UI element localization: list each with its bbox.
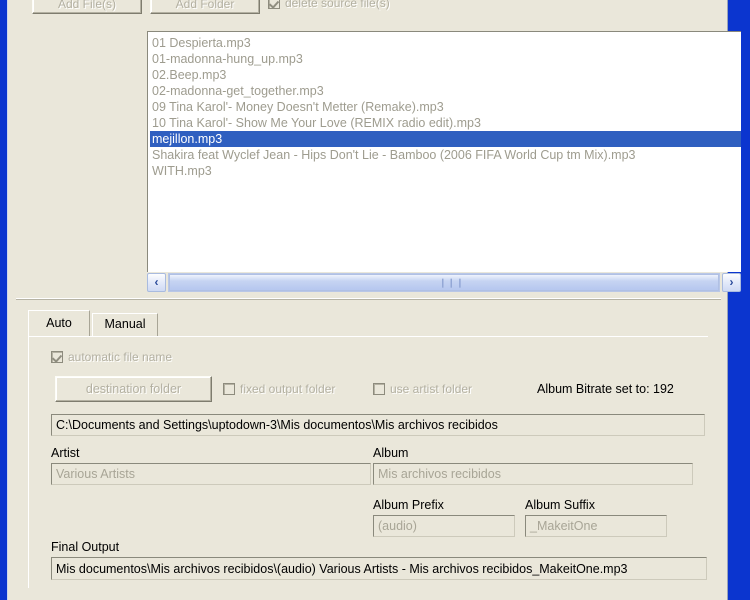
fixed-output-folder-label: fixed output folder (240, 382, 336, 396)
delete-source-files-checkbox[interactable]: delete source file(s) (268, 0, 390, 10)
scroll-right-arrow-icon[interactable]: › (722, 273, 741, 292)
add-folder-button[interactable]: Add Folder (150, 0, 260, 14)
tab-strip: Auto Manual (28, 310, 708, 337)
checkbox-icon (51, 351, 63, 363)
file-list-item[interactable]: 01-madonna-hung_up.mp3 (150, 51, 741, 67)
artist-input[interactable]: Various Artists (51, 463, 371, 485)
window-inner: Add File(s) Add Folder delete source fil… (7, 0, 741, 600)
checkbox-icon (373, 383, 385, 395)
checkbox-icon (268, 0, 280, 9)
fixed-output-folder-checkbox[interactable]: fixed output folder (223, 382, 335, 396)
tab-manual[interactable]: Manual (92, 313, 158, 336)
file-list-item[interactable]: 09 Tina Karol'- Money Doesn't Metter (Re… (150, 99, 741, 115)
scrollbar-thumb[interactable]: ❙❙❙ (169, 274, 719, 291)
final-output-field[interactable]: Mis documentos\Mis archivos recibidos\(a… (51, 557, 707, 580)
automatic-file-name-checkbox[interactable]: automatic file name (51, 350, 172, 364)
file-selection-panel: Add File(s) Add Folder delete source fil… (16, 0, 741, 297)
destination-path-field[interactable]: C:\Documents and Settings\uptodown-3\Mis… (51, 414, 705, 436)
scrollbar-grip-icon: ❙❙❙ (439, 277, 465, 287)
automatic-file-name-label: automatic file name (68, 350, 173, 364)
panel-divider (16, 298, 721, 300)
auto-tab-panel: automatic file name destination folder f… (28, 336, 709, 588)
delete-source-files-label: delete source file(s) (285, 0, 390, 10)
tab-auto[interactable]: Auto (28, 310, 90, 336)
scrollbar-track[interactable]: ❙❙❙ (168, 273, 720, 292)
album-suffix-label: Album Suffix (525, 498, 595, 512)
album-prefix-input[interactable]: (audio) (373, 515, 515, 537)
file-list-item[interactable]: Shakira feat Wyclef Jean - Hips Don't Li… (150, 147, 741, 163)
output-settings-panel: Auto Manual automatic file name destinat… (16, 302, 721, 600)
artist-label: Artist (51, 446, 80, 460)
album-suffix-input[interactable]: _MakeitOne (525, 515, 667, 537)
use-artist-folder-label: use artist folder (390, 382, 473, 396)
add-files-button[interactable]: Add File(s) (32, 0, 142, 14)
final-output-label: Final Output (51, 540, 120, 554)
album-bitrate-status: Album Bitrate set to: 192 (537, 382, 674, 396)
file-list-items: 01 Despierta.mp3 01-madonna-hung_up.mp3 02… (148, 32, 741, 179)
file-list-item[interactable]: 02.Beep.mp3 (150, 67, 741, 83)
file-list[interactable]: 01 Despierta.mp3 01-madonna-hung_up.mp3 02… (147, 31, 741, 272)
file-list-item[interactable]: 02-madonna-get_together.mp3 (150, 83, 741, 99)
file-list-horizontal-scrollbar[interactable]: ‹ ❙❙❙ › (147, 272, 741, 294)
file-list-item[interactable]: 10 Tina Karol'- Show Me Your Love (REMIX… (150, 115, 741, 131)
window-frame: Add File(s) Add Folder delete source fil… (0, 0, 750, 600)
scroll-left-arrow-icon[interactable]: ‹ (147, 273, 166, 292)
destination-folder-button[interactable]: destination folder (55, 376, 212, 402)
use-artist-folder-checkbox[interactable]: use artist folder (373, 382, 472, 396)
album-label: Album (373, 446, 409, 460)
file-list-item[interactable]: WITH.mp3 (150, 163, 741, 179)
file-list-item[interactable]: 01 Despierta.mp3 (150, 35, 741, 51)
file-list-item[interactable]: mejillon.mp3 (150, 131, 741, 147)
checkbox-icon (223, 383, 235, 395)
album-prefix-label: Album Prefix (373, 498, 444, 512)
album-input[interactable]: Mis archivos recibidos (373, 463, 693, 485)
